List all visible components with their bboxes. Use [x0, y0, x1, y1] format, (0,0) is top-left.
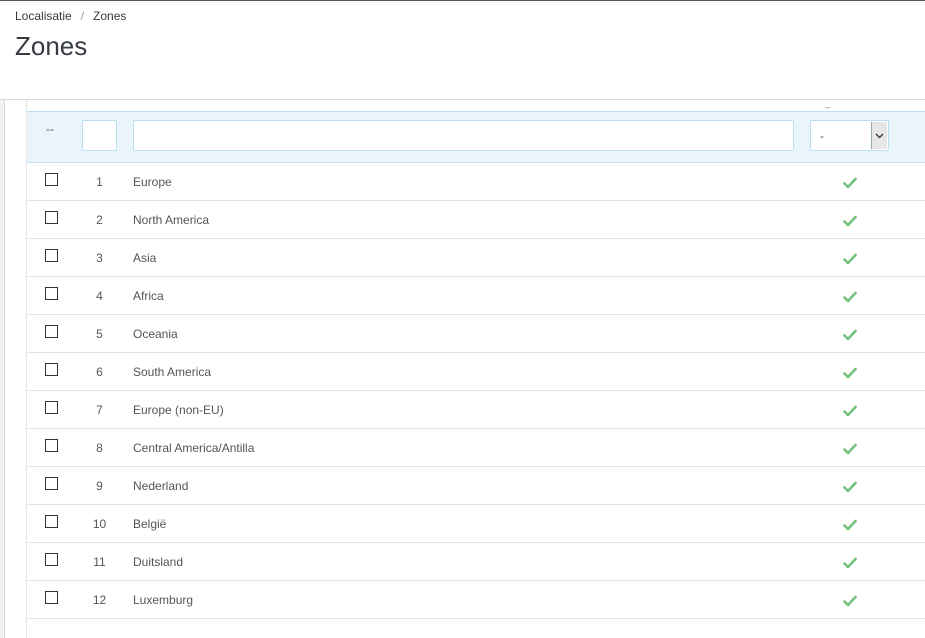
zone-id: 9 [96, 479, 103, 493]
row-checkbox[interactable] [45, 325, 58, 338]
zone-name: North America [133, 213, 210, 227]
check-icon[interactable] [843, 214, 857, 227]
row-checkbox[interactable] [45, 439, 58, 452]
zones-table: _ -- - 1 Europe 2 North America 3 Asia 4… [26, 99, 925, 638]
table-row[interactable]: 6 South America [27, 353, 925, 391]
zone-id: 10 [92, 517, 107, 531]
zone-id: 12 [92, 593, 107, 607]
zone-name: Luxemburg [133, 593, 194, 607]
row-checkbox[interactable] [45, 363, 58, 376]
check-icon[interactable] [843, 404, 857, 417]
zone-name: Nederland [133, 479, 189, 493]
chevron-down-icon[interactable] [871, 122, 887, 149]
zone-name: South America [133, 365, 212, 379]
breadcrumb: Localisatie / Zones [15, 9, 126, 23]
sort-caret-icon[interactable]: _ [825, 99, 830, 108]
row-checkbox[interactable] [45, 401, 58, 414]
row-checkbox[interactable] [45, 553, 58, 566]
table-row[interactable]: 4 Africa [27, 277, 925, 315]
page-header: Localisatie / Zones Zones [0, 0, 925, 100]
zone-name: Africa [133, 289, 164, 303]
zone-name: Duitsland [133, 555, 184, 569]
table-row[interactable]: 10 België [27, 505, 925, 543]
zone-id: 1 [96, 175, 103, 189]
sidebar-edge [0, 100, 5, 638]
check-icon[interactable] [843, 594, 857, 607]
zone-name: Europe (non-EU) [133, 403, 224, 417]
check-icon[interactable] [843, 442, 857, 455]
zone-id: 2 [96, 213, 103, 227]
table-row[interactable]: 11 Duitsland [27, 543, 925, 581]
table-row[interactable]: 12 Luxemburg [27, 581, 925, 619]
zone-id: 6 [96, 365, 103, 379]
zone-id: 7 [96, 403, 103, 417]
check-icon[interactable] [843, 556, 857, 569]
check-icon[interactable] [843, 290, 857, 303]
table-body: 1 Europe 2 North America 3 Asia 4 Africa… [27, 163, 925, 619]
filter-id-input[interactable] [82, 120, 117, 151]
filter-active-value: - [820, 129, 824, 143]
filter-row: -- - [27, 111, 925, 163]
row-checkbox[interactable] [45, 173, 58, 186]
breadcrumb-separator: / [80, 9, 85, 23]
zone-id: 8 [96, 441, 103, 455]
zone-name: Europe [133, 175, 172, 189]
table-row[interactable]: 1 Europe [27, 163, 925, 201]
check-icon[interactable] [843, 366, 857, 379]
page-title: Zones [15, 31, 88, 61]
row-checkbox[interactable] [45, 477, 58, 490]
zone-name: België [133, 517, 167, 531]
row-checkbox[interactable] [45, 249, 58, 262]
check-icon[interactable] [843, 176, 857, 189]
row-checkbox[interactable] [45, 287, 58, 300]
zone-name: Central America/Antilla [133, 441, 255, 455]
check-icon[interactable] [843, 252, 857, 265]
check-icon[interactable] [843, 328, 857, 341]
table-row[interactable]: 2 North America [27, 201, 925, 239]
row-checkbox[interactable] [45, 211, 58, 224]
table-row[interactable]: 5 Oceania [27, 315, 925, 353]
zone-id: 4 [96, 289, 103, 303]
row-checkbox[interactable] [45, 591, 58, 604]
zone-name: Asia [133, 251, 157, 265]
zone-name: Oceania [133, 327, 178, 341]
bulk-filter-placeholder: -- [46, 122, 54, 136]
check-icon[interactable] [843, 518, 857, 531]
table-row[interactable]: 9 Nederland [27, 467, 925, 505]
breadcrumb-item-current: Zones [93, 9, 127, 23]
filter-name-input[interactable] [133, 120, 794, 151]
zone-id: 3 [96, 251, 103, 265]
zone-id: 5 [96, 327, 103, 341]
table-row[interactable]: 3 Asia [27, 239, 925, 277]
zone-id: 11 [93, 555, 106, 569]
row-checkbox[interactable] [45, 515, 58, 528]
filter-active-select[interactable]: - [810, 120, 889, 151]
table-row[interactable]: 8 Central America/Antilla [27, 429, 925, 467]
check-icon[interactable] [843, 480, 857, 493]
table-row[interactable]: 7 Europe (non-EU) [27, 391, 925, 429]
breadcrumb-item-localisatie[interactable]: Localisatie [15, 9, 72, 23]
